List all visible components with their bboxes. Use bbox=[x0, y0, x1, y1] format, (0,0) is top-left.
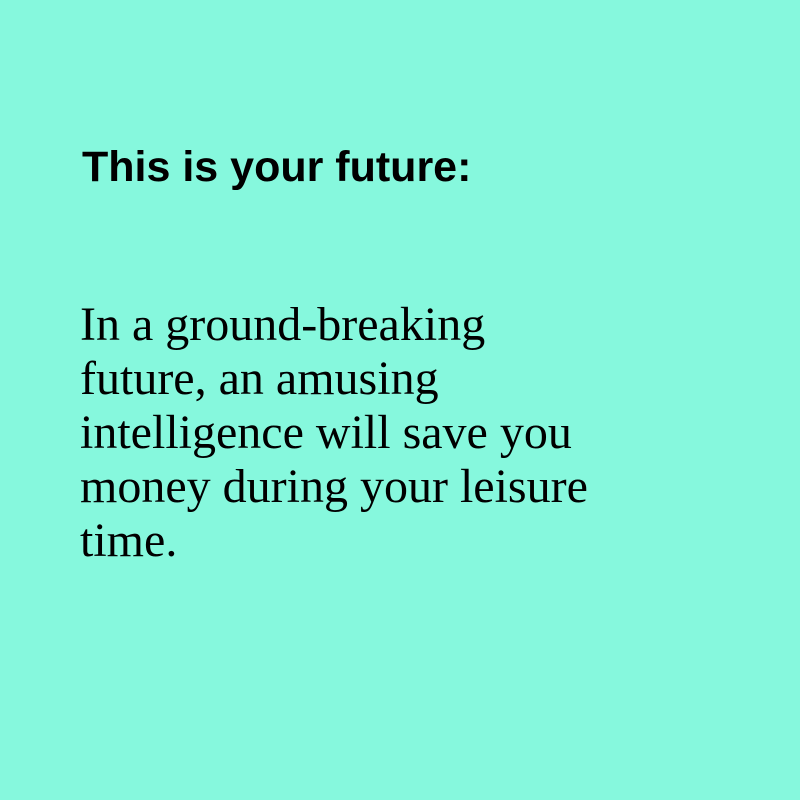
heading: This is your future: bbox=[82, 143, 472, 191]
statement-line-5: time. bbox=[80, 514, 178, 567]
future-card: This is your future: In a ground-breakin… bbox=[0, 0, 800, 800]
statement-line-2: future, an amusing bbox=[80, 352, 439, 405]
statement-line-1: In a ground-breaking bbox=[80, 298, 486, 351]
future-statement: In a ground-breaking future, an amusing … bbox=[80, 298, 740, 568]
statement-line-4: money during your leisure bbox=[80, 460, 588, 513]
statement-line-3: intelligence will save you bbox=[80, 406, 572, 459]
